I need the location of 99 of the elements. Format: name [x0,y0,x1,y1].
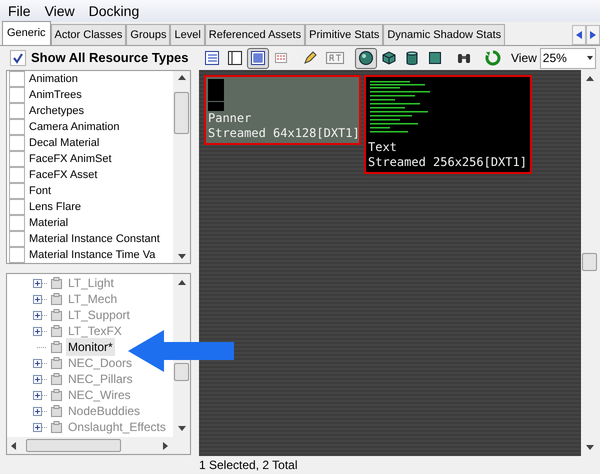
expand-icon[interactable] [33,406,47,416]
toolbar-button[interactable] [355,48,377,68]
menu-item[interactable]: View [44,0,75,22]
zoom-dropdown[interactable]: 25% [540,48,596,68]
checkbox[interactable] [9,215,25,231]
checkbox[interactable] [9,183,25,199]
package-icon [51,293,62,305]
down-arrow-icon [178,254,186,259]
sphere-icon [358,50,374,66]
tab[interactable]: Groups [126,24,170,45]
asset-thumbnail[interactable]: Text Streamed 256x256[DXT1] [364,75,532,174]
toolbar-button[interactable] [247,48,269,68]
tab-scroll-left-button[interactable] [572,25,586,45]
scrollbar[interactable] [173,71,190,263]
texture-preview [208,79,224,111]
panel-view-icon [227,50,243,66]
tab[interactable]: Primitive Stats [305,24,384,45]
expand-icon[interactable] [33,278,47,288]
checkbox[interactable] [9,71,25,87]
resource-type-label: Font [29,184,52,199]
tab[interactable]: Actor Classes [50,24,126,45]
resource-type-label: FaceFX Asset [29,168,98,183]
checkbox[interactable] [9,119,25,135]
dropdown-arrow-icon [586,56,593,60]
horizontal-scrollbar[interactable] [7,437,190,454]
rt-icon [325,50,345,66]
list-view-icon [204,50,220,66]
package-icon [51,341,62,353]
right-arrow-icon [163,442,168,450]
package-icon [51,421,62,433]
checkbox[interactable] [9,151,25,167]
checkbox[interactable] [9,167,25,183]
square-icon [427,50,443,66]
asset-name: Panner [208,111,252,126]
asset-info: Streamed 256x256[DXT1] [368,155,528,170]
menu-item[interactable]: File [8,0,31,22]
dots-grid-icon [273,50,289,66]
tab[interactable]: Dynamic Shadow Stats [383,24,506,45]
status-text: 1 Selected, 2 Total [199,457,298,474]
view-label: View [511,50,537,67]
right-arrow-icon [590,31,596,39]
package-icon [51,357,62,369]
left-arrow-icon [11,442,16,450]
resource-type-label: Material Instance Constant [29,232,160,247]
tab-scroll-right-button[interactable] [586,25,600,45]
resource-type-label: Material Instance Time Va [29,248,156,263]
menu-item[interactable]: Docking [88,0,140,22]
expand-icon[interactable] [33,422,47,432]
checkbox[interactable] [9,247,25,263]
scrollbar-thumb[interactable] [174,92,189,134]
package-icon [51,373,62,385]
tree-item[interactable]: Monitor* [66,338,115,356]
scrollbar-thumb[interactable] [174,363,189,381]
checkbox-label: Show All Resource Types [31,49,188,68]
asset-name: Text [368,140,398,155]
checkbox[interactable] [9,231,25,247]
package-icon [51,325,62,337]
cylinder-icon [404,50,420,66]
refresh-icon [485,50,501,66]
down-arrow-icon [178,426,186,431]
down-arrow-icon [586,445,594,450]
grid-view-icon [250,50,266,66]
asset-info: Streamed 64x128[DXT1] [208,126,357,141]
expand-icon[interactable] [33,374,47,384]
expand-icon[interactable] [33,294,47,304]
pen-icon [302,50,318,66]
checkbox[interactable] [9,199,25,215]
tab[interactable]: Level [170,24,205,45]
tab[interactable]: Generic [2,21,51,45]
expand-icon[interactable] [33,390,47,400]
expand-icon[interactable] [33,326,47,336]
scrollbar-thumb[interactable] [26,439,121,452]
package-icon [51,405,62,417]
resource-type-label: FaceFX AnimSet [29,152,112,167]
tab[interactable]: Referenced Assets [204,24,306,45]
package-icon [51,277,62,289]
cube-icon [381,50,397,66]
expand-icon[interactable] [33,358,47,368]
up-arrow-icon [586,76,594,81]
checkbox[interactable] [9,87,25,103]
resource-type-label: Archetypes [29,104,84,119]
resource-type-label: Camera Animation [29,120,120,135]
checkbox[interactable] [10,50,26,66]
asset-thumbnail[interactable]: Panner Streamed 64x128[DXT1] [204,75,361,145]
left-arrow-icon [576,31,582,39]
resource-type-label: Lens Flare [29,200,81,215]
package-icon [51,309,62,321]
up-arrow-icon [178,280,186,285]
resource-type-label: AnimTrees [29,88,82,103]
resource-type-label: Animation [29,72,78,87]
resource-type-label: Decal Material [29,136,100,151]
resource-type-label: Material [29,216,68,231]
checkbox[interactable] [9,103,25,119]
up-arrow-icon [178,75,186,80]
checkbox[interactable] [9,135,25,151]
check-icon [12,52,24,64]
expand-icon[interactable] [33,310,47,320]
package-icon [51,389,62,401]
scrollbar-thumb[interactable] [582,253,597,271]
